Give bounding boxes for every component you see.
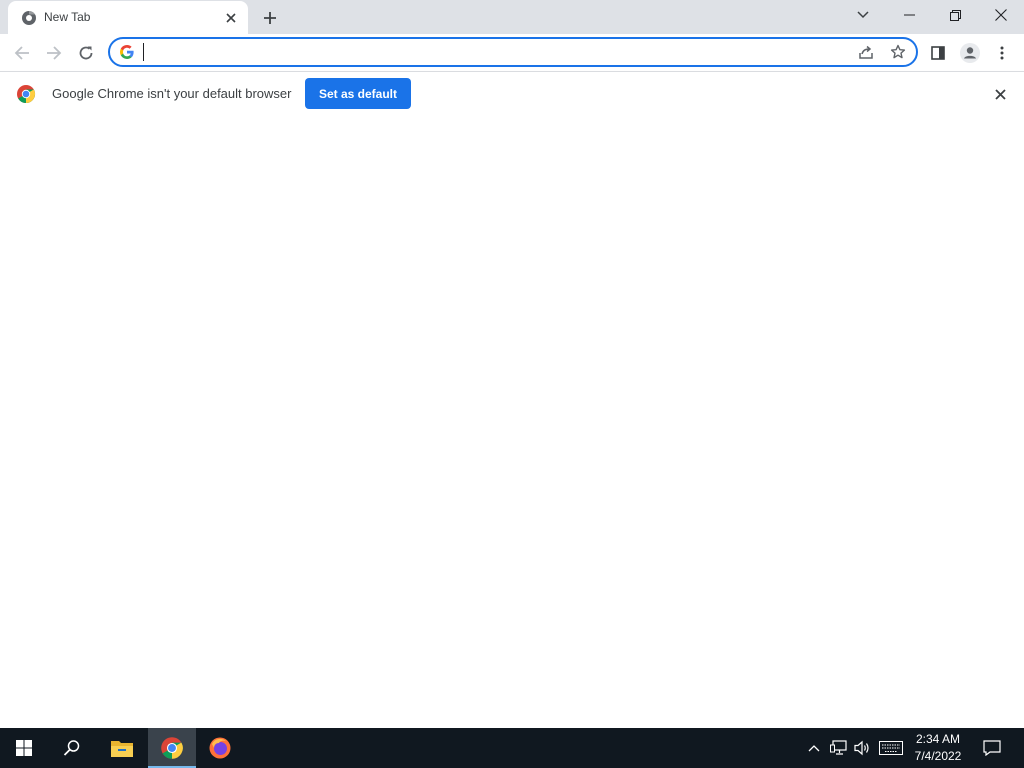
minimize-icon[interactable] [886,0,932,30]
google-g-icon [119,44,135,60]
restore-icon[interactable] [932,0,978,30]
windows-taskbar: 2:34 AM 7/4/2022 [0,728,1024,768]
tab-close-icon[interactable] [222,9,240,27]
address-bar[interactable] [108,37,918,67]
taskbar-clock[interactable]: 2:34 AM 7/4/2022 [906,731,970,765]
share-icon[interactable] [856,42,876,62]
action-center-icon[interactable] [978,728,1006,768]
clock-date: 7/4/2022 [914,749,962,763]
tab-title: New Tab [44,10,91,24]
tab-new-tab[interactable]: New Tab [8,1,248,34]
tab-strip: New Tab [0,0,1024,34]
touch-keyboard-icon[interactable] [878,728,904,768]
chrome-taskbar-icon[interactable] [148,728,196,768]
omnibox-input[interactable] [142,42,846,64]
menu-kebab-icon[interactable] [988,39,1016,67]
search-icon[interactable] [48,728,96,768]
network-icon[interactable] [828,728,850,768]
tray-overflow-chevron-icon[interactable] [804,728,824,768]
chrome-logo-icon [16,84,36,104]
start-icon[interactable] [0,728,48,768]
side-panel-icon[interactable] [924,39,952,67]
infobar-close-icon[interactable] [990,84,1010,104]
toolbar [0,34,1024,71]
default-browser-infobar: Google Chrome isn't your default browser… [0,71,1024,117]
new-tab-button[interactable] [258,6,282,30]
firefox-icon[interactable] [196,728,244,768]
bookmark-star-icon[interactable] [888,42,908,62]
back-arrow-icon[interactable] [8,39,36,67]
page-content [0,117,1024,728]
file-explorer-icon[interactable] [98,728,146,768]
infobar-message: Google Chrome isn't your default browser [52,86,292,101]
chrome-favicon-icon [21,10,37,26]
close-window-icon[interactable] [978,0,1024,30]
clock-time: 2:34 AM [915,732,961,746]
forward-arrow-icon[interactable] [40,39,68,67]
volume-icon[interactable] [852,728,874,768]
tab-search-chevron-icon[interactable] [849,3,877,27]
window-controls [886,0,1024,30]
set-as-default-button[interactable]: Set as default [305,78,411,109]
reload-icon[interactable] [72,39,100,67]
profile-avatar-icon[interactable] [956,39,984,67]
